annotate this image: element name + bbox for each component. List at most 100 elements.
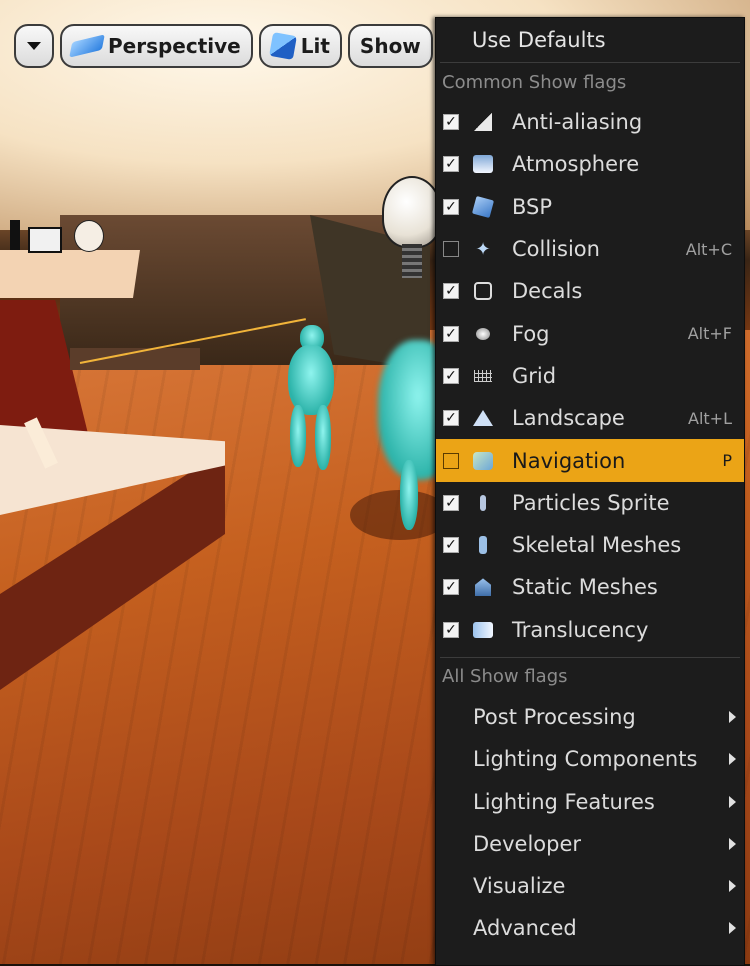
checkbox[interactable]: ✓ <box>443 283 459 300</box>
submenu-lighting-components[interactable]: Lighting Components <box>436 738 744 780</box>
submenu-developer[interactable]: Developer <box>436 823 744 865</box>
show-flag-label: Decals <box>512 279 583 304</box>
static-mesh-icon-glyph <box>475 578 491 597</box>
submenu-visualize[interactable]: Visualize <box>436 865 744 907</box>
fog-icon-glyph <box>476 327 490 340</box>
translucency-icon-glyph <box>473 621 493 638</box>
show-flag-decals[interactable]: ✓ Decals <box>436 270 744 312</box>
particles-icon <box>471 491 495 515</box>
use-defaults-label: Use Defaults <box>472 28 606 52</box>
submenu-advanced[interactable]: Advanced <box>436 907 744 949</box>
chevron-right-icon <box>729 795 736 808</box>
checkbox[interactable]: ✓ <box>443 325 459 342</box>
shelf <box>0 250 140 298</box>
viewport-options-button[interactable] <box>14 24 54 68</box>
character-figure-leg <box>315 405 331 470</box>
perspective-label: Perspective <box>108 34 241 58</box>
navigation-icon <box>471 449 495 473</box>
collision-icon: ✦ <box>471 237 495 261</box>
submenu-label: Lighting Components <box>473 747 698 772</box>
perspective-icon <box>69 34 105 58</box>
checkbox[interactable]: ✓ <box>443 494 459 511</box>
point-light-base <box>402 244 422 278</box>
show-flag-fog[interactable]: ✓ Fog Alt+F <box>436 312 744 354</box>
lit-cube-icon <box>268 32 297 60</box>
bsp-icon <box>471 195 495 219</box>
submenu-post-processing[interactable]: Post Processing <box>436 696 744 738</box>
show-flag-landscape[interactable]: ✓ Landscape Alt+L <box>436 397 744 439</box>
show-flag-atmosphere[interactable]: ✓ Atmosphere <box>436 143 744 185</box>
use-defaults-item[interactable]: Use Defaults <box>436 18 744 62</box>
decals-icon <box>471 279 495 303</box>
checkbox[interactable]: ✓ <box>443 198 459 215</box>
shortcut-hint: Alt+L <box>688 408 732 428</box>
grid-icon <box>471 364 495 388</box>
show-flag-translucency[interactable]: ✓ Translucency <box>436 609 744 651</box>
small-light-icon[interactable] <box>74 220 104 252</box>
show-flag-particles-sprite[interactable]: ✓ Particles Sprite <box>436 482 744 524</box>
submenu-label: Lighting Features <box>473 789 655 814</box>
collision-icon-glyph: ✦ <box>475 238 491 260</box>
submenu-label: Visualize <box>473 874 566 899</box>
landscape-icon <box>471 406 495 430</box>
viewport-toolbar: Perspective Lit Show <box>14 24 433 72</box>
checkbox[interactable]: ✓ <box>443 114 459 131</box>
show-flag-label: BSP <box>512 194 553 219</box>
static-mesh-icon <box>471 575 495 599</box>
checkbox[interactable] <box>443 452 459 469</box>
show-flag-label: Particles Sprite <box>512 490 670 515</box>
show-flag-bsp[interactable]: ✓ BSP <box>436 186 744 228</box>
actor-bracket <box>10 220 20 250</box>
shortcut-hint: Alt+F <box>687 324 732 344</box>
show-flag-anti-aliasing[interactable]: ✓ Anti-aliasing <box>436 101 744 143</box>
checkbox[interactable]: ✓ <box>443 579 459 596</box>
submenu-lighting-features[interactable]: Lighting Features <box>436 780 744 822</box>
checkbox[interactable] <box>443 241 459 258</box>
show-flag-grid[interactable]: ✓ Grid <box>436 355 744 397</box>
chevron-right-icon <box>729 711 736 723</box>
chevron-right-icon <box>729 753 736 766</box>
show-flags-menu: Use Defaults Common Show flags ✓ Anti-ali… <box>435 17 745 966</box>
checkbox[interactable]: ✓ <box>443 410 459 427</box>
camera-actor-icon[interactable] <box>28 227 62 253</box>
checkbox[interactable]: ✓ <box>443 621 459 638</box>
bsp-icon-glyph <box>471 195 495 218</box>
show-flag-collision[interactable]: ✦ Collision Alt+C <box>436 228 744 270</box>
show-flag-label: Translucency <box>512 617 649 642</box>
skeletal-mesh-icon <box>471 533 495 557</box>
navigation-icon-glyph <box>473 451 493 470</box>
point-light-icon[interactable] <box>382 176 442 248</box>
checkbox[interactable]: ✓ <box>443 156 459 173</box>
all-show-flags-header: All Show flags <box>442 666 568 688</box>
submenu-label: Post Processing <box>473 705 636 729</box>
show-flag-label: Static Meshes <box>512 575 658 600</box>
lit-label: Lit <box>300 34 330 58</box>
lit-button[interactable]: Lit <box>258 24 342 68</box>
show-flag-navigation[interactable]: Navigation P <box>436 439 744 482</box>
landscape-icon-glyph <box>473 410 493 427</box>
show-flag-skeletal-meshes[interactable]: ✓ Skeletal Meshes <box>436 524 744 566</box>
chevron-right-icon <box>729 880 736 893</box>
show-flag-label: Atmosphere <box>512 152 640 177</box>
submenu-label: Advanced <box>473 916 577 941</box>
submenu-list: Post Processing Lighting Components Lighti… <box>436 696 744 950</box>
checkbox[interactable]: ✓ <box>443 367 459 384</box>
show-flag-label: Anti-aliasing <box>512 110 643 135</box>
show-flag-label: Skeletal Meshes <box>512 533 682 558</box>
shortcut-hint: P <box>722 451 732 471</box>
show-button[interactable]: Show <box>347 24 433 68</box>
chevron-down-icon <box>27 42 41 50</box>
atmosphere-icon <box>471 152 495 176</box>
checkbox[interactable]: ✓ <box>443 537 459 554</box>
translucency-icon <box>471 618 495 642</box>
character-figure-leg <box>290 405 306 467</box>
show-flag-static-meshes[interactable]: ✓ Static Meshes <box>436 566 744 608</box>
fog-icon <box>471 322 495 346</box>
skeletal-mesh-icon-glyph <box>479 536 487 555</box>
selected-character-leg <box>400 460 418 530</box>
atmosphere-icon-glyph <box>473 155 493 174</box>
show-flag-label: Grid <box>512 363 557 388</box>
perspective-button[interactable]: Perspective <box>60 24 253 68</box>
chevron-right-icon <box>729 837 736 850</box>
common-show-flags-header: Common Show flags <box>442 71 627 93</box>
